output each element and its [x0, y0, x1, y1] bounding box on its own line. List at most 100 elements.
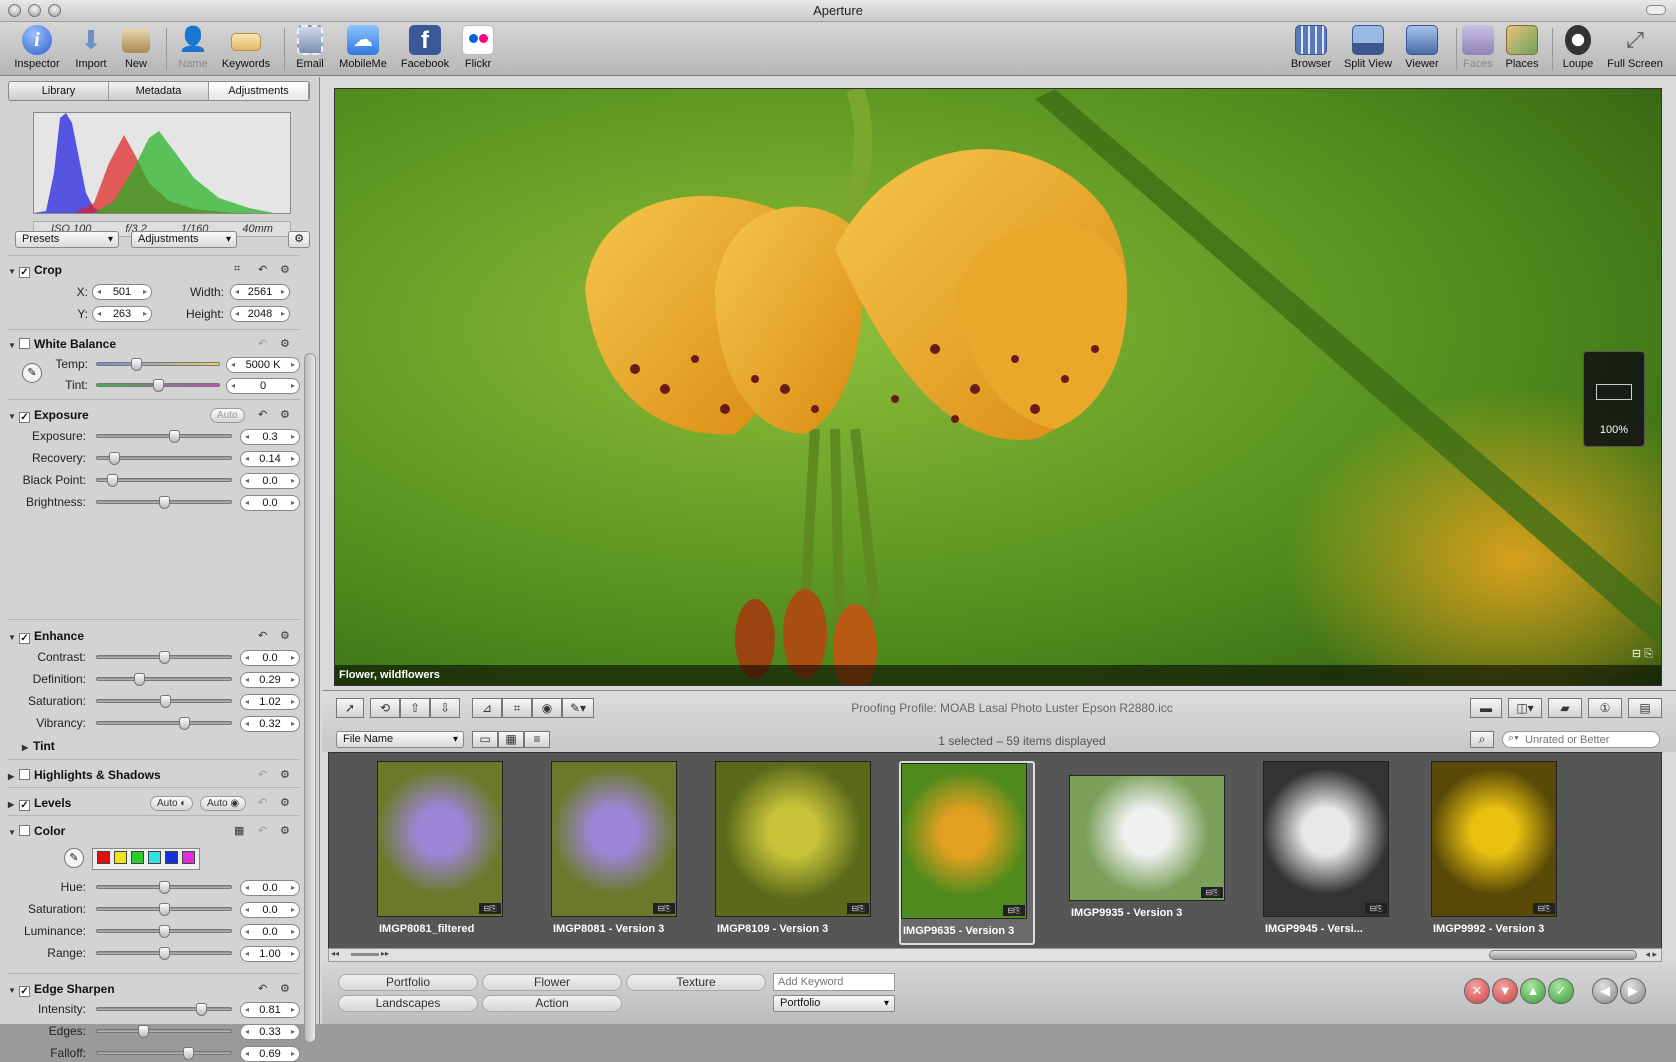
browser-scrollbar[interactable]: ◂◂ ▸▸ ◂ ▸ [328, 948, 1662, 962]
thumbnail-image[interactable] [901, 763, 1027, 919]
keyword-button[interactable]: Action [482, 995, 622, 1012]
keyword-button[interactable]: Landscapes [338, 995, 478, 1012]
gear-icon[interactable]: ⚙ [280, 768, 290, 781]
single-view-icon[interactable]: ① [1588, 698, 1622, 718]
adjustment-slider[interactable] [96, 452, 232, 465]
scroll-arrows-icon[interactable]: ◂ ▸ [1645, 949, 1657, 960]
crop-checkbox[interactable]: ✓ [19, 267, 30, 278]
enhance-checkbox[interactable]: ✓ [19, 633, 30, 644]
adjustment-slider[interactable] [96, 1003, 232, 1016]
color-swatch[interactable] [131, 851, 144, 864]
reject-button[interactable]: ✕ [1464, 978, 1490, 1004]
gear-icon[interactable]: ⚙ [280, 824, 290, 837]
highlights-shadows-header[interactable]: ▶ Highlights & Shadows [8, 767, 161, 783]
slider-knob[interactable] [159, 925, 170, 938]
thumbnail-image[interactable] [1431, 761, 1557, 917]
exposure-checkbox[interactable]: ✓ [19, 412, 30, 423]
reset-icon[interactable]: ↶ [258, 768, 267, 781]
thumbnail-image[interactable] [715, 761, 871, 917]
adjustment-slider[interactable] [96, 903, 232, 916]
slider-knob[interactable] [196, 1003, 208, 1016]
photo-viewer[interactable]: Flower, wildflowers 100% ⊟ ⎘ [334, 88, 1662, 686]
crop-header[interactable]: ▼ ✓ Crop [8, 262, 62, 278]
zoom-window-button[interactable] [48, 4, 61, 17]
thumbnail-size-slider[interactable] [351, 953, 379, 956]
scroll-thumb[interactable] [1489, 950, 1637, 960]
disclosure-triangle-icon[interactable]: ▼ [8, 983, 19, 999]
email-button[interactable]: Email [292, 25, 328, 70]
gear-icon[interactable]: ⚙ [280, 408, 290, 421]
adjustment-slider[interactable] [96, 651, 232, 664]
adjustment-slider[interactable] [96, 430, 232, 443]
red-eye-tool-icon[interactable]: ◉ [532, 698, 562, 718]
tint-subsection[interactable]: ▶ Tint [22, 738, 55, 754]
name-button[interactable]: 👤 Name [174, 25, 212, 70]
adjustment-slider[interactable] [96, 947, 232, 960]
slider-value-field[interactable]: 0.0 [240, 473, 300, 489]
slider-knob[interactable] [159, 496, 170, 509]
straighten-tool-icon[interactable]: ⊿ [472, 698, 502, 718]
thumbnail-image[interactable] [377, 761, 503, 917]
levels-auto-rgb-button[interactable]: Auto ◉ [200, 796, 247, 811]
thumbnail-item[interactable]: ⊟⎘ IMGP9635 - Version 3 [899, 761, 1035, 945]
toolbar-toggle-button[interactable] [1646, 5, 1666, 15]
tab-adjustments[interactable]: Adjustments [209, 82, 309, 100]
levels-checkbox[interactable]: ✓ [19, 800, 30, 811]
thumbnail-item[interactable]: ⊟⎘ IMGP9992 - Version 3 [1431, 761, 1559, 945]
highlights-shadows-checkbox[interactable] [19, 769, 30, 780]
new-button[interactable]: New [118, 25, 154, 70]
slider-knob[interactable] [109, 452, 121, 465]
white-balance-header[interactable]: ▼ White Balance [8, 336, 116, 352]
reset-icon[interactable]: ↶ [258, 629, 267, 642]
crop-y-field[interactable]: 263 [92, 306, 152, 322]
exposure-auto-button[interactable]: Auto [210, 408, 245, 423]
adjustment-slider[interactable] [96, 1047, 232, 1060]
adjustments-popup[interactable]: Adjustments [131, 231, 237, 248]
disclosure-triangle-icon[interactable]: ▼ [8, 630, 19, 646]
disclosure-triangle-icon[interactable]: ▼ [8, 338, 19, 354]
keyword-button[interactable]: Flower [482, 974, 622, 991]
gear-icon[interactable]: ⚙ [280, 263, 290, 276]
view-options-icon[interactable]: ◫▾ [1508, 698, 1542, 718]
disclosure-triangle-icon[interactable]: ▶ [8, 797, 19, 813]
filter-search-input[interactable] [1502, 731, 1660, 748]
faces-button[interactable]: Faces [1460, 25, 1496, 70]
reset-icon[interactable]: ↶ [258, 408, 267, 421]
slider-knob[interactable] [134, 673, 146, 686]
slider-value-field[interactable]: 0.3 [240, 429, 300, 445]
adjustment-slider[interactable] [96, 881, 232, 894]
eyedropper-icon[interactable]: ✎ [64, 848, 84, 868]
slider-value-field[interactable]: 0.32 [240, 716, 300, 732]
reset-icon[interactable]: ↶ [258, 796, 267, 809]
grid-view-icon[interactable]: ▦ [498, 731, 524, 748]
thumbnail-image[interactable] [551, 761, 677, 917]
disclosure-triangle-icon[interactable]: ▼ [8, 409, 19, 425]
slider-knob[interactable] [159, 881, 170, 894]
crop-tool-icon[interactable]: ⌗ [502, 698, 532, 718]
full-screen-button[interactable]: ⤢ Full Screen [1602, 25, 1668, 70]
slider-value-field[interactable]: 0.0 [240, 902, 300, 918]
slider-knob[interactable] [137, 1025, 149, 1038]
tint-field[interactable]: 0 [226, 378, 300, 394]
slider-knob[interactable] [159, 903, 170, 916]
disclosure-triangle-icon[interactable]: ▼ [8, 825, 19, 841]
slider-knob[interactable] [153, 379, 164, 392]
split-view-button[interactable]: Split View [1340, 25, 1396, 70]
slider-value-field[interactable]: 0.0 [240, 880, 300, 896]
slider-knob[interactable] [168, 430, 180, 443]
flickr-button[interactable]: Flickr [460, 25, 496, 70]
selection-tool-icon[interactable]: ➚ [336, 698, 364, 718]
disclosure-triangle-icon[interactable]: ▶ [22, 740, 33, 756]
list-view-icon[interactable]: ≡ [524, 731, 550, 748]
edge-sharpen-header[interactable]: ▼ ✓ Edge Sharpen [8, 981, 115, 997]
color-swatch[interactable] [165, 851, 178, 864]
gear-icon[interactable]: ⚙ [288, 231, 310, 248]
sort-popup[interactable]: File Name [336, 731, 464, 748]
crop-x-field[interactable]: 501 [92, 284, 152, 300]
adjustment-slider[interactable] [96, 496, 232, 509]
slider-knob[interactable] [106, 474, 118, 487]
browser-button[interactable]: Browser [1288, 25, 1334, 70]
color-checkbox[interactable] [19, 825, 30, 836]
metadata-overlay-icon[interactable]: ▰ [1548, 698, 1582, 718]
close-window-button[interactable] [8, 4, 21, 17]
